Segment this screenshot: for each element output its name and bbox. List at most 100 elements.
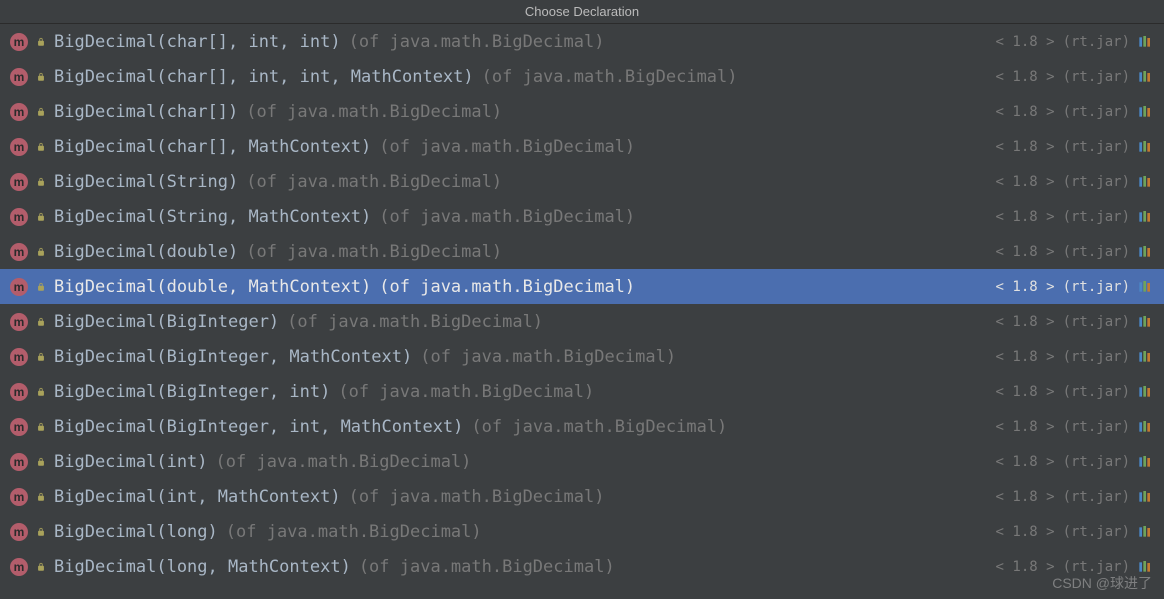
version-text: < 1.8 > [996, 489, 1055, 505]
jar-text: (rt.jar) [1063, 104, 1130, 120]
signature-text: BigDecimal(int, MathContext) [54, 487, 341, 507]
location-text: (of java.math.BigDecimal) [349, 32, 605, 52]
library-icon [1138, 524, 1154, 540]
signature-text: BigDecimal(double) [54, 242, 238, 262]
method-icon: m [10, 558, 28, 576]
method-icon: m [10, 208, 28, 226]
signature-text: BigDecimal(double, MathContext) [54, 277, 371, 297]
location-text: (of java.math.BigDecimal) [471, 417, 727, 437]
version-text: < 1.8 > [996, 279, 1055, 295]
location-text: (of java.math.BigDecimal) [338, 382, 594, 402]
library-icon [1138, 384, 1154, 400]
library-icon [1138, 209, 1154, 225]
list-item[interactable]: m BigDecimal(String, MathContext) (of ja… [0, 199, 1164, 234]
location-text: (of java.math.BigDecimal) [226, 522, 482, 542]
library-icon [1138, 104, 1154, 120]
method-icon: m [10, 488, 28, 506]
signature-text: BigDecimal(long) [54, 522, 218, 542]
method-icon: m [10, 103, 28, 121]
signature-text: BigDecimal(long, MathContext) [54, 557, 351, 577]
list-item[interactable]: m BigDecimal(char[], int, int) (of java.… [0, 24, 1164, 59]
version-text: < 1.8 > [996, 559, 1055, 575]
version-text: < 1.8 > [996, 349, 1055, 365]
version-text: < 1.8 > [996, 454, 1055, 470]
signature-text: BigDecimal(String, MathContext) [54, 207, 371, 227]
library-icon [1138, 34, 1154, 50]
list-item[interactable]: m BigDecimal(String) (of java.math.BigDe… [0, 164, 1164, 199]
list-item[interactable]: m BigDecimal(char[], int, int, MathConte… [0, 59, 1164, 94]
signature-text: BigDecimal(BigInteger) [54, 312, 279, 332]
list-item[interactable]: m BigDecimal(char[], MathContext) (of ja… [0, 129, 1164, 164]
location-text: (of java.math.BigDecimal) [287, 312, 543, 332]
signature-text: BigDecimal(char[], MathContext) [54, 137, 371, 157]
method-icon: m [10, 453, 28, 471]
version-text: < 1.8 > [996, 139, 1055, 155]
jar-text: (rt.jar) [1063, 69, 1130, 85]
jar-text: (rt.jar) [1063, 384, 1130, 400]
jar-text: (rt.jar) [1063, 139, 1130, 155]
library-icon [1138, 314, 1154, 330]
list-item[interactable]: m BigDecimal(char[]) (of java.math.BigDe… [0, 94, 1164, 129]
list-item[interactable]: m BigDecimal(int, MathContext) (of java.… [0, 479, 1164, 514]
location-text: (of java.math.BigDecimal) [420, 347, 676, 367]
list-item[interactable]: m BigDecimal(BigInteger, int, MathContex… [0, 409, 1164, 444]
method-icon: m [10, 278, 28, 296]
lock-icon [36, 422, 46, 432]
jar-text: (rt.jar) [1063, 454, 1130, 470]
location-text: (of java.math.BigDecimal) [349, 487, 605, 507]
jar-text: (rt.jar) [1063, 419, 1130, 435]
location-text: (of java.math.BigDecimal) [379, 277, 635, 297]
list-item[interactable]: m BigDecimal(int) (of java.math.BigDecim… [0, 444, 1164, 479]
version-text: < 1.8 > [996, 209, 1055, 225]
library-icon [1138, 139, 1154, 155]
lock-icon [36, 492, 46, 502]
lock-icon [36, 107, 46, 117]
library-icon [1138, 244, 1154, 260]
location-text: (of java.math.BigDecimal) [379, 207, 635, 227]
lock-icon [36, 317, 46, 327]
jar-text: (rt.jar) [1063, 349, 1130, 365]
version-text: < 1.8 > [996, 104, 1055, 120]
lock-icon [36, 72, 46, 82]
signature-text: BigDecimal(char[]) [54, 102, 238, 122]
method-icon: m [10, 523, 28, 541]
list-item[interactable]: m BigDecimal(double) (of java.math.BigDe… [0, 234, 1164, 269]
watermark: CSDN @球进了 [1052, 573, 1152, 593]
version-text: < 1.8 > [996, 524, 1055, 540]
method-icon: m [10, 313, 28, 331]
lock-icon [36, 142, 46, 152]
lock-icon [36, 177, 46, 187]
jar-text: (rt.jar) [1063, 314, 1130, 330]
version-text: < 1.8 > [996, 384, 1055, 400]
list-item[interactable]: m BigDecimal(long, MathContext) (of java… [0, 549, 1164, 584]
list-item[interactable]: m BigDecimal(BigInteger) (of java.math.B… [0, 304, 1164, 339]
signature-text: BigDecimal(BigInteger, MathContext) [54, 347, 412, 367]
method-icon: m [10, 68, 28, 86]
window-title: Choose Declaration [0, 0, 1164, 24]
jar-text: (rt.jar) [1063, 244, 1130, 260]
library-icon [1138, 174, 1154, 190]
location-text: (of java.math.BigDecimal) [246, 102, 502, 122]
lock-icon [36, 247, 46, 257]
signature-text: BigDecimal(BigInteger, int, MathContext) [54, 417, 463, 437]
jar-text: (rt.jar) [1063, 174, 1130, 190]
lock-icon [36, 527, 46, 537]
library-icon [1138, 454, 1154, 470]
list-item[interactable]: m BigDecimal(double, MathContext) (of ja… [0, 269, 1164, 304]
library-icon [1138, 69, 1154, 85]
signature-text: BigDecimal(char[], int, int) [54, 32, 341, 52]
signature-text: BigDecimal(BigInteger, int) [54, 382, 330, 402]
lock-icon [36, 562, 46, 572]
list-item[interactable]: m BigDecimal(BigInteger, MathContext) (o… [0, 339, 1164, 374]
lock-icon [36, 352, 46, 362]
jar-text: (rt.jar) [1063, 209, 1130, 225]
lock-icon [36, 282, 46, 292]
method-icon: m [10, 243, 28, 261]
lock-icon [36, 457, 46, 467]
list-item[interactable]: m BigDecimal(long) (of java.math.BigDeci… [0, 514, 1164, 549]
jar-text: (rt.jar) [1063, 524, 1130, 540]
location-text: (of java.math.BigDecimal) [216, 452, 472, 472]
list-item[interactable]: m BigDecimal(BigInteger, int) (of java.m… [0, 374, 1164, 409]
library-icon [1138, 349, 1154, 365]
signature-text: BigDecimal(int) [54, 452, 208, 472]
